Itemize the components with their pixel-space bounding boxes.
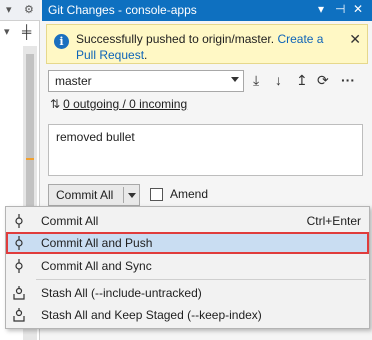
pin-icon[interactable]: ⊣: [335, 2, 345, 16]
menu-item-label: Stash All (--include-untracked): [41, 286, 202, 300]
info-close-icon[interactable]: ✕: [349, 31, 361, 48]
commit-options-menu: Commit All Ctrl+Enter Commit All and Pus…: [5, 206, 370, 329]
info-icon: i: [54, 34, 69, 49]
close-icon[interactable]: ✕: [353, 2, 363, 16]
commit-all-button-label[interactable]: Commit All: [56, 188, 113, 202]
commit-message-input[interactable]: removed bullet: [48, 124, 363, 176]
settings-icon[interactable]: ⚙: [24, 3, 34, 16]
menu-item-label: Commit All and Sync: [41, 259, 152, 273]
more-options-icon[interactable]: ···: [341, 72, 355, 88]
info-bar: i Successfully pushed to origin/master. …: [46, 24, 368, 64]
info-link-suffix: .: [144, 48, 148, 62]
editor-strip-header: ▾ ⚙: [0, 0, 40, 21]
amend-checkbox[interactable]: [150, 188, 163, 201]
commit-icon: [15, 236, 23, 250]
menu-item-commit-all-and-sync[interactable]: Commit All and Sync: [6, 255, 369, 277]
dropdown-arrow-icon[interactable]: ▾: [6, 3, 12, 16]
menu-item-label: Commit All and Push: [41, 236, 153, 250]
commit-icon: [15, 214, 23, 228]
outgoing-incoming-status: ⇅ 0 outgoing / 0 incoming: [50, 97, 187, 111]
commit-all-split-button[interactable]: Commit All: [48, 184, 140, 206]
menu-item-stash-all-keep-staged[interactable]: Stash All and Keep Staged (--keep-index): [6, 304, 369, 326]
commit-icon: [15, 259, 23, 273]
menu-item-stash-all[interactable]: Stash All (--include-untracked): [6, 282, 369, 304]
branch-name: master: [55, 74, 92, 88]
commit-message-text: removed bullet: [56, 130, 135, 144]
split-icon[interactable]: ╪: [22, 24, 31, 39]
stash-icon: [13, 286, 25, 300]
window-position-icon[interactable]: ▾: [318, 2, 324, 16]
push-icon[interactable]: ↥: [296, 72, 308, 89]
info-message: Successfully pushed to origin/master. Cr…: [76, 31, 341, 63]
commit-dropdown-arrow-icon[interactable]: [128, 193, 136, 198]
outgoing-incoming-link[interactable]: 0 outgoing / 0 incoming: [63, 97, 187, 111]
fetch-icon[interactable]: ⤓: [253, 72, 259, 89]
up-down-arrows-icon: ⇅: [50, 97, 61, 111]
info-message-text: Successfully pushed to origin/master.: [76, 32, 275, 46]
menu-item-commit-all-and-push[interactable]: Commit All and Push: [6, 232, 369, 254]
split-divider: [123, 187, 124, 203]
stash-icon: [13, 308, 25, 322]
sync-icon[interactable]: ⟳: [317, 72, 329, 89]
menu-item-commit-all[interactable]: Commit All Ctrl+Enter: [6, 210, 369, 232]
dropdown-arrow-icon[interactable]: ▾: [4, 25, 10, 38]
editor-strip-toolbar: ▾ ╪: [0, 23, 40, 43]
branch-dropdown[interactable]: master: [48, 70, 244, 92]
menu-separator: [36, 279, 366, 280]
menu-item-label: Stash All and Keep Staged (--keep-index): [41, 308, 262, 322]
amend-label[interactable]: Amend: [170, 187, 208, 201]
menu-item-label: Commit All: [41, 214, 99, 228]
panel-title: Git Changes - console-apps: [48, 3, 197, 17]
chevron-down-icon: [231, 77, 239, 82]
menu-item-shortcut: Ctrl+Enter: [306, 214, 361, 228]
panel-titlebar: Git Changes - console-apps ▾ ⊣ ✕: [42, 0, 372, 21]
change-marker: [26, 158, 34, 160]
pull-icon[interactable]: ↓: [275, 72, 282, 88]
